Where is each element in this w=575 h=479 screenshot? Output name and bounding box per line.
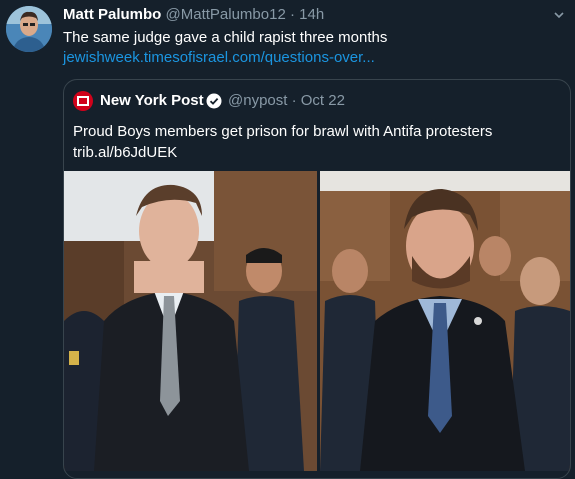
quoted-tweet[interactable]: New York Post @nypost · Oct 22 Proud Boy… — [63, 79, 571, 479]
tweet-link[interactable]: jewishweek.timesofisrael.com/questions-o… — [63, 48, 375, 68]
quoted-date[interactable]: Oct 22 — [301, 92, 345, 109]
photo-left[interactable] — [64, 171, 317, 471]
verified-badge-icon — [206, 93, 222, 109]
author-handle[interactable]: @MattPalumbo12 — [166, 6, 286, 23]
quoted-text: Proud Boys members get prison for brawl … — [73, 123, 493, 161]
tweet-header: Matt Palumbo @MattPalumbo12 · 14h — [63, 6, 324, 24]
chevron-down-icon[interactable] — [552, 8, 566, 22]
tweet-time[interactable]: 14h — [299, 6, 324, 23]
avatar[interactable] — [6, 6, 52, 52]
quoted-author-handle[interactable]: @nypost — [228, 92, 287, 109]
tweet-text: The same judge gave a child rapist three… — [63, 29, 388, 46]
separator-dot: · — [291, 92, 297, 109]
photo-right[interactable] — [320, 171, 570, 471]
nypost-logo[interactable] — [73, 91, 93, 111]
quoted-meta: @nypost · Oct 22 — [228, 91, 345, 111]
tweet[interactable]: Matt Palumbo @MattPalumbo12 · 14h The sa… — [0, 0, 575, 479]
separator-dot: · — [289, 6, 295, 23]
quoted-author-name[interactable]: New York Post — [100, 91, 204, 111]
quoted-media — [64, 171, 570, 471]
author-name[interactable]: Matt Palumbo — [63, 6, 161, 23]
